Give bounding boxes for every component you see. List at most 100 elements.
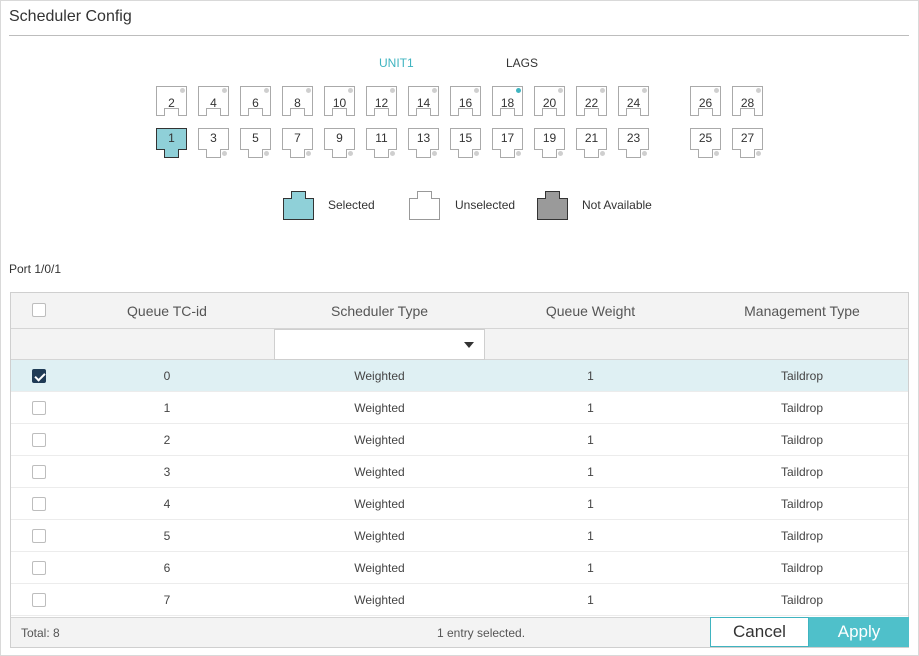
port-26[interactable]: 26: [690, 86, 721, 116]
port-status-dot: [642, 88, 647, 93]
port-20[interactable]: 20: [534, 86, 565, 116]
cell-scheduler-type: Weighted: [354, 529, 405, 543]
table-row[interactable]: 1 Weighted 1 Taildrop: [11, 392, 908, 424]
table-row[interactable]: 6 Weighted 1 Taildrop: [11, 552, 908, 584]
table-row[interactable]: 3 Weighted 1 Taildrop: [11, 456, 908, 488]
port-status-dot: [180, 88, 185, 93]
port-number: 3: [210, 131, 217, 145]
port-22[interactable]: 22: [576, 86, 607, 116]
row-checkbox[interactable]: [32, 561, 46, 575]
table-row[interactable]: 4 Weighted 1 Taildrop: [11, 488, 908, 520]
cell-management-type: Taildrop: [780, 401, 824, 415]
row-checkbox[interactable]: [32, 529, 46, 543]
port-4[interactable]: 4: [198, 86, 229, 116]
port-number: 10: [332, 96, 347, 110]
column-header-queue-tc-id[interactable]: Queue TC-id: [67, 303, 267, 319]
cell-queue-weight: 1: [587, 465, 594, 479]
port-28[interactable]: 28: [732, 86, 763, 116]
tab-unit1[interactable]: UNIT1: [379, 56, 414, 70]
port-19[interactable]: 19: [534, 128, 565, 158]
column-header-queue-weight[interactable]: Queue Weight: [485, 303, 696, 319]
port-number: 22: [584, 96, 599, 110]
port-status-dot: [264, 88, 269, 93]
row-checkbox[interactable]: [32, 593, 46, 607]
port-25[interactable]: 25: [690, 128, 721, 158]
port-14[interactable]: 14: [408, 86, 439, 116]
port-number: 25: [698, 131, 713, 145]
scheduler-type-filter-select[interactable]: [274, 329, 485, 360]
port-number: 28: [740, 96, 755, 110]
cell-scheduler-type: Weighted: [354, 401, 405, 415]
port-number: 14: [416, 96, 431, 110]
cell-management-type: Taildrop: [780, 465, 824, 479]
cell-management-type: Taildrop: [780, 433, 824, 447]
table-row[interactable]: 7 Weighted 1 Taildrop: [11, 584, 908, 616]
port-5[interactable]: 5: [240, 128, 271, 158]
port-status-dot: [390, 88, 395, 93]
row-checkbox[interactable]: [32, 433, 46, 447]
port-21[interactable]: 21: [576, 128, 607, 158]
cell-scheduler-type: Weighted: [354, 369, 405, 383]
port-status-dot: [222, 88, 227, 93]
port-status-dot: [432, 151, 437, 156]
port-7[interactable]: 7: [282, 128, 313, 158]
port-3[interactable]: 3: [198, 128, 229, 158]
cell-scheduler-type: Weighted: [354, 465, 405, 479]
cell-queue-weight: 1: [587, 497, 594, 511]
apply-button[interactable]: Apply: [809, 617, 909, 647]
port-1[interactable]: 1: [156, 128, 187, 158]
table-row[interactable]: 5 Weighted 1 Taildrop: [11, 520, 908, 552]
port-status-dot: [558, 151, 563, 156]
port-status-dot: [714, 151, 719, 156]
cell-queue-tc-id: 1: [163, 401, 171, 415]
row-checkbox[interactable]: [32, 465, 46, 479]
port-status-dot: [642, 151, 647, 156]
tab-lags[interactable]: LAGS: [506, 56, 538, 70]
page-title: Scheduler Config: [9, 8, 132, 25]
port-number: 12: [374, 96, 389, 110]
port-15[interactable]: 15: [450, 128, 481, 158]
row-checkbox[interactable]: [32, 497, 46, 511]
port-status-dot: [714, 88, 719, 93]
port-2[interactable]: 2: [156, 86, 187, 116]
total-count: Total: 8: [21, 626, 60, 640]
row-checkbox[interactable]: [32, 401, 46, 415]
port-18[interactable]: 18: [492, 86, 523, 116]
cell-scheduler-type: Weighted: [354, 593, 405, 607]
table-row[interactable]: 2 Weighted 1 Taildrop: [11, 424, 908, 456]
chevron-down-icon: [464, 342, 474, 348]
port-23[interactable]: 23: [618, 128, 649, 158]
cell-management-type: Taildrop: [780, 497, 824, 511]
port-17[interactable]: 17: [492, 128, 523, 158]
port-status-dot: [348, 151, 353, 156]
port-status-dot: [222, 151, 227, 156]
port-11[interactable]: 11: [366, 128, 397, 158]
port-6[interactable]: 6: [240, 86, 271, 116]
cell-queue-tc-id: 5: [163, 529, 171, 543]
port-9[interactable]: 9: [324, 128, 355, 158]
port-link-indicator: [516, 88, 521, 93]
port-number: 1: [168, 131, 175, 145]
legend-not-available-icon: [537, 190, 568, 220]
port-number: 16: [458, 96, 473, 110]
port-number: 21: [584, 131, 599, 145]
port-status-dot: [432, 88, 437, 93]
port-number: 19: [542, 131, 557, 145]
port-12[interactable]: 12: [366, 86, 397, 116]
cancel-button[interactable]: Cancel: [710, 617, 809, 647]
port-24[interactable]: 24: [618, 86, 649, 116]
port-10[interactable]: 10: [324, 86, 355, 116]
cell-queue-tc-id: 7: [163, 593, 171, 607]
port-16[interactable]: 16: [450, 86, 481, 116]
port-number: 13: [416, 131, 431, 145]
column-header-scheduler-type[interactable]: Scheduler Type: [274, 303, 485, 319]
filter-row: [11, 329, 908, 360]
column-header-management-type[interactable]: Management Type: [696, 303, 908, 319]
port-27[interactable]: 27: [732, 128, 763, 158]
port-13[interactable]: 13: [408, 128, 439, 158]
port-number: 2: [168, 96, 175, 110]
row-checkbox[interactable]: [32, 369, 46, 383]
select-all-checkbox[interactable]: [32, 303, 46, 317]
port-8[interactable]: 8: [282, 86, 313, 116]
table-row[interactable]: 0 Weighted 1 Taildrop: [11, 360, 908, 392]
